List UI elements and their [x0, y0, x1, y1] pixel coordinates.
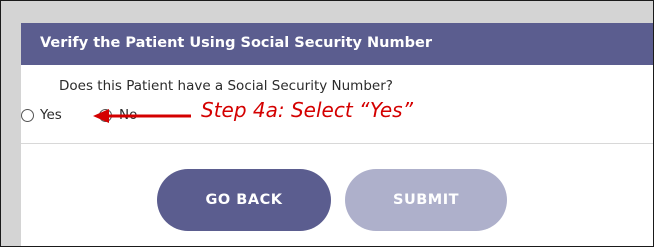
panel-header: Verify the Patient Using Social Security… [21, 23, 653, 65]
screenshot-frame: Verify the Patient Using Social Security… [0, 0, 654, 247]
radio-yes-label[interactable]: Yes [40, 107, 62, 123]
annotation-step-text: Step 4a: Select “Yes” [201, 98, 413, 122]
divider [21, 143, 653, 144]
panel-title: Verify the Patient Using Social Security… [40, 35, 432, 51]
radio-no[interactable] [99, 109, 112, 122]
radio-yes[interactable] [21, 109, 34, 122]
ssn-question: Does this Patient have a Social Security… [59, 78, 393, 94]
ssn-verification-panel: Verify the Patient Using Social Security… [21, 23, 653, 246]
submit-button: SUBMIT [345, 169, 507, 231]
radio-no-label[interactable]: No [119, 107, 137, 123]
go-back-button[interactable]: GO BACK [157, 169, 331, 231]
